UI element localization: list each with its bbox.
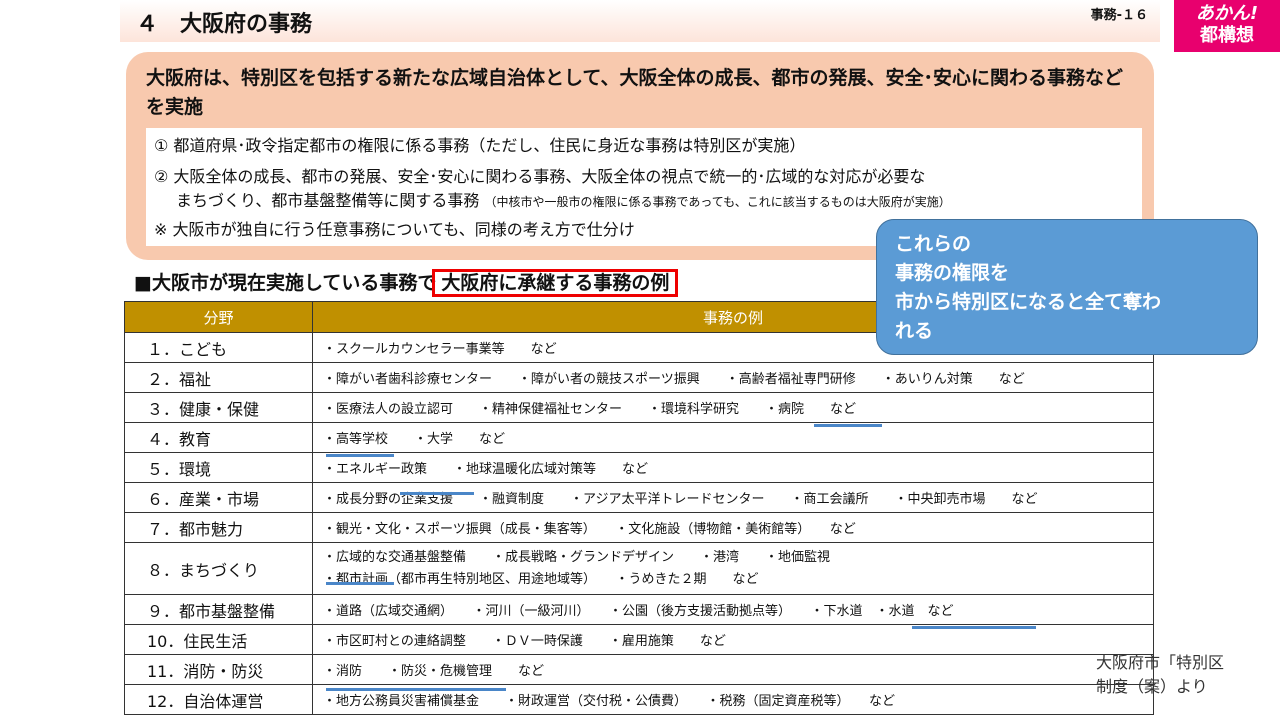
section-title-prefix: ■大阪市が現在実施している事務で [134, 272, 437, 294]
header-bar: ４ 大阪府の事務 事務-１６ [120, 0, 1160, 42]
table-row: ８．まちづくり ・広域的な交通基盤整備 ・成長戦略・グランドデザイン ・港湾 ・地… [124, 542, 1154, 595]
row-category: ４．教育 [124, 422, 313, 453]
section-title: ■大阪市が現在実施している事務で 大阪府に承継する事務の例 [134, 268, 679, 297]
row-category: ６．産業・市場 [124, 482, 313, 513]
row-category: ８．まちづくり [124, 542, 313, 595]
row-examples-line-1: ・広域的な交通基盤整備 ・成長戦略・グランドデザイン ・港湾 ・地価監視 [323, 549, 831, 565]
underline-mark [912, 626, 1036, 629]
row-examples: ・市区町村との連絡調整 ・ＤＶ一時保護 ・雇用施策 など [312, 624, 1154, 655]
summary-item-2-text: まちづくり、都市基盤整備等に関する事務 [176, 191, 480, 210]
callout-line-1: これらの [895, 233, 972, 255]
row-category: 10．住民生活 [124, 624, 313, 655]
row-category: ９．都市基盤整備 [124, 594, 313, 625]
row-examples: ・障がい者歯科診療センター ・障がい者の競技スポーツ振興 ・高齢者福祉専門研修 … [312, 362, 1154, 393]
table-row: 10．住民生活 ・市区町村との連絡調整 ・ＤＶ一時保護 ・雇用施策 など [124, 624, 1154, 655]
row-examples: ・高等学校 ・大学 など [312, 422, 1154, 453]
callout-line-3: 市から特別区になると全て奪わ [895, 291, 1162, 313]
row-category: １．こども [124, 332, 313, 363]
underline-mark [400, 492, 474, 495]
row-category: 11．消防・防災 [124, 654, 313, 685]
row-examples: ・道路（広域交通網） ・河川（一級河川） ・公園（後方支援活動拠点等） ・下水道… [312, 594, 1154, 625]
row-examples-line-2: ・都市計画（都市再生特別地区、用途地域等） ・うめきた２期 など [323, 571, 759, 587]
logo: あかん! 都構想 [1174, 0, 1280, 52]
column-header-field: 分野 [124, 301, 313, 333]
callout-line-2: 事務の権限を [895, 262, 1010, 284]
underline-mark [326, 688, 506, 691]
row-category: 12．自治体運営 [124, 684, 313, 715]
summary-item-2-line-1: ② 大阪全体の成長、都市の発展、安全･安心に関わる事務、大阪全体の視点で統一的･… [154, 167, 926, 186]
table-row: ５．環境 ・エネルギー政策 ・地球温暖化広域対策等 など [124, 452, 1154, 483]
underline-mark [814, 424, 882, 427]
table-row: ９．都市基盤整備 ・道路（広域交通網） ・河川（一級河川） ・公園（後方支援活動拠… [124, 594, 1154, 625]
logo-line-1: あかん! [1195, 3, 1259, 24]
row-examples: ・消防 ・防災・危機管理 など [312, 654, 1154, 685]
table-row: ７．都市魅力 ・観光・文化・スポーツ振興（成長・集客等） ・文化施設（博物館・美術… [124, 512, 1154, 543]
source-note: 大阪府市「特別区 制度（案）より [1096, 651, 1224, 699]
source-note-line-1: 大阪府市「特別区 [1096, 653, 1225, 672]
section-title-highlight: 大阪府に承継する事務の例 [432, 269, 679, 297]
table-row: ２．福祉 ・障がい者歯科診療センター ・障がい者の競技スポーツ振興 ・高齢者福祉専… [124, 362, 1154, 393]
underline-mark [326, 454, 394, 457]
row-category: ７．都市魅力 [124, 512, 313, 543]
table-row: ４．教育 ・高等学校 ・大学 など [124, 422, 1154, 453]
summary-item-2-line-2: まちづくり、都市基盤整備等に関する事務 （中核市や一般市の権限に係る事務であって… [176, 189, 951, 214]
row-examples: ・成長分野の企業支援 ・融資制度 ・アジア太平洋トレードセンター ・商工会議所 … [312, 482, 1154, 513]
row-category: ３．健康・保健 [124, 392, 313, 423]
table-row: 12．自治体運営 ・地方公務員災害補償基金 ・財政運営（交付税・公債費） ・税務（… [124, 684, 1154, 715]
summary-item-1: ① 都道府県･政令指定都市の権限に係る事務（ただし、住民に身近な事務は特別区が実… [154, 136, 806, 155]
row-examples: ・エネルギー政策 ・地球温暖化広域対策等 など [312, 452, 1154, 483]
callout-line-4: れる [895, 320, 934, 342]
tasks-table: 分野 事務の例 １．こども ・スクールカウンセラー事業等 など ２．福祉 ・障がい者… [124, 301, 1154, 715]
summary-item-3: ※ 大阪市が独自に行う任意事務についても、同様の考え方で仕分け [154, 220, 635, 239]
callout-box: これらの 事務の権限を 市から特別区になると全て奪わ れる [876, 219, 1258, 355]
source-note-line-2: 制度（案）より [1096, 677, 1208, 696]
row-category: ２．福祉 [124, 362, 313, 393]
table-row: ６．産業・市場 ・成長分野の企業支援 ・融資制度 ・アジア太平洋トレードセンター … [124, 482, 1154, 513]
summary-item-2-note: （中核市や一般市の権限に係る事務であっても、これに該当するものは大阪府が実施） [484, 195, 951, 209]
row-examples: ・観光・文化・スポーツ振興（成長・集客等） ・文化施設（博物館・美術館等） など [312, 512, 1154, 543]
table-row: ３．健康・保健 ・医療法人の設立認可 ・精神保健福祉センター ・環境科学研究 ・病… [124, 392, 1154, 423]
row-examples: ・医療法人の設立認可 ・精神保健福祉センター ・環境科学研究 ・病院 など [312, 392, 1154, 423]
logo-line-2: 都構想 [1200, 25, 1254, 46]
row-examples: ・広域的な交通基盤整備 ・成長戦略・グランドデザイン ・港湾 ・地価監視 ・都市計… [312, 542, 1154, 595]
underline-mark [326, 582, 394, 585]
page-title: ４ 大阪府の事務 [136, 12, 313, 37]
table-row: 11．消防・防災 ・消防 ・防災・危機管理 など [124, 654, 1154, 685]
page-number: 事務-１６ [1090, 8, 1148, 23]
summary-lead: 大阪府は、特別区を包括する新たな広域自治体として、大阪全体の成長、都市の発展、安… [146, 67, 1123, 118]
row-category: ５．環境 [124, 452, 313, 483]
